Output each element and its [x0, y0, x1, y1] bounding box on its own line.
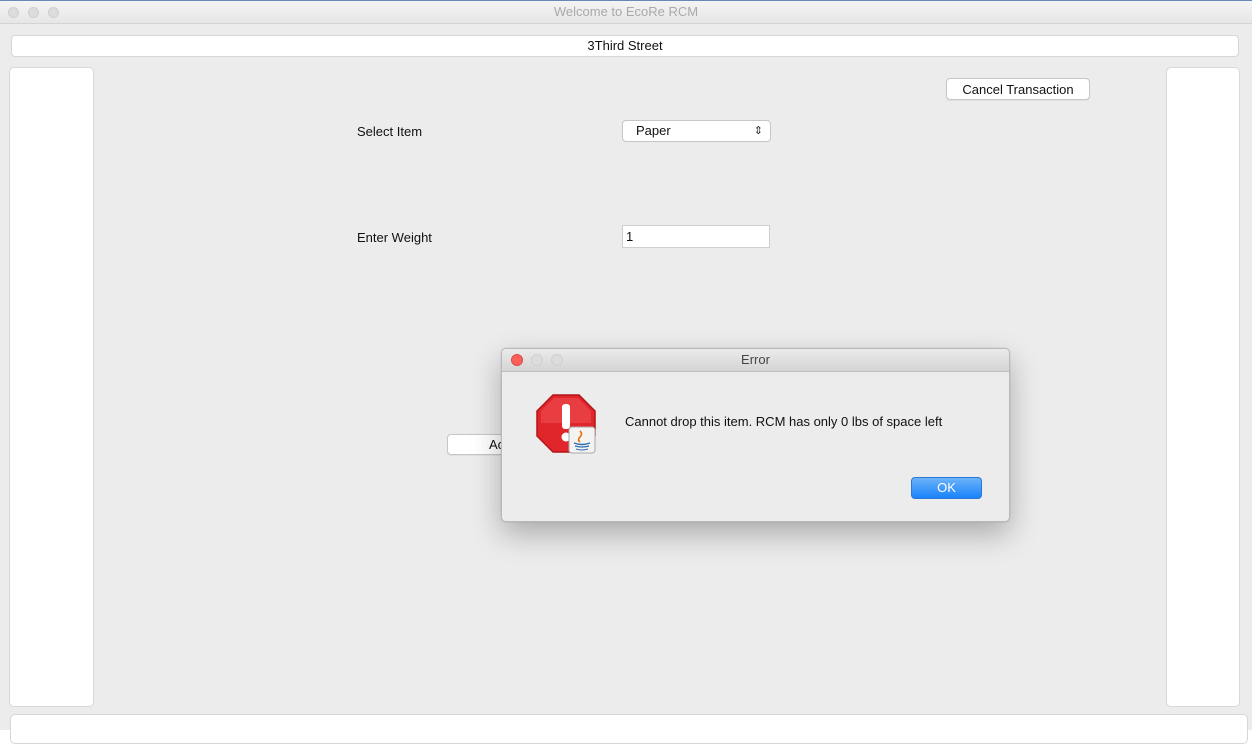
item-select-value: Paper [636, 123, 671, 138]
zoom-window-button[interactable] [48, 7, 59, 18]
select-item-label: Select Item [357, 124, 423, 139]
window-title: Welcome to EcoRe RCM [553, 4, 699, 19]
location-banner: 3Third Street [11, 35, 1239, 57]
error-dialog: Error Cannot drop this item. RCM has onl… [501, 348, 1010, 522]
dialog-titlebar: Error [502, 349, 1009, 372]
right-side-panel [1166, 67, 1240, 707]
bottom-status-panel [10, 714, 1248, 744]
java-badge-icon [568, 426, 596, 454]
cancel-transaction-button[interactable]: Cancel Transaction [946, 78, 1090, 100]
minimize-window-button[interactable] [28, 7, 39, 18]
window-titlebar: Welcome to EcoRe RCM [0, 1, 1252, 24]
dialog-close-button[interactable] [511, 354, 523, 366]
up-down-chevron-icon: ⇕ [753, 125, 763, 137]
left-side-panel [9, 67, 94, 707]
weight-input[interactable] [622, 225, 770, 248]
dialog-title: Error [741, 352, 770, 367]
main-window: Welcome to EcoRe RCM 3Third Street Cance… [0, 0, 1252, 744]
ok-button[interactable]: OK [911, 477, 982, 499]
error-stop-icon [536, 394, 596, 454]
location-name: 3Third Street [587, 38, 663, 53]
error-message: Cannot drop this item. RCM has only 0 lb… [625, 414, 943, 429]
close-window-button[interactable] [8, 7, 19, 18]
dialog-zoom-button [551, 354, 563, 366]
enter-weight-label: Enter Weight [357, 230, 432, 245]
dialog-minimize-button [531, 354, 543, 366]
item-select[interactable]: Paper ⇕ [622, 120, 771, 142]
